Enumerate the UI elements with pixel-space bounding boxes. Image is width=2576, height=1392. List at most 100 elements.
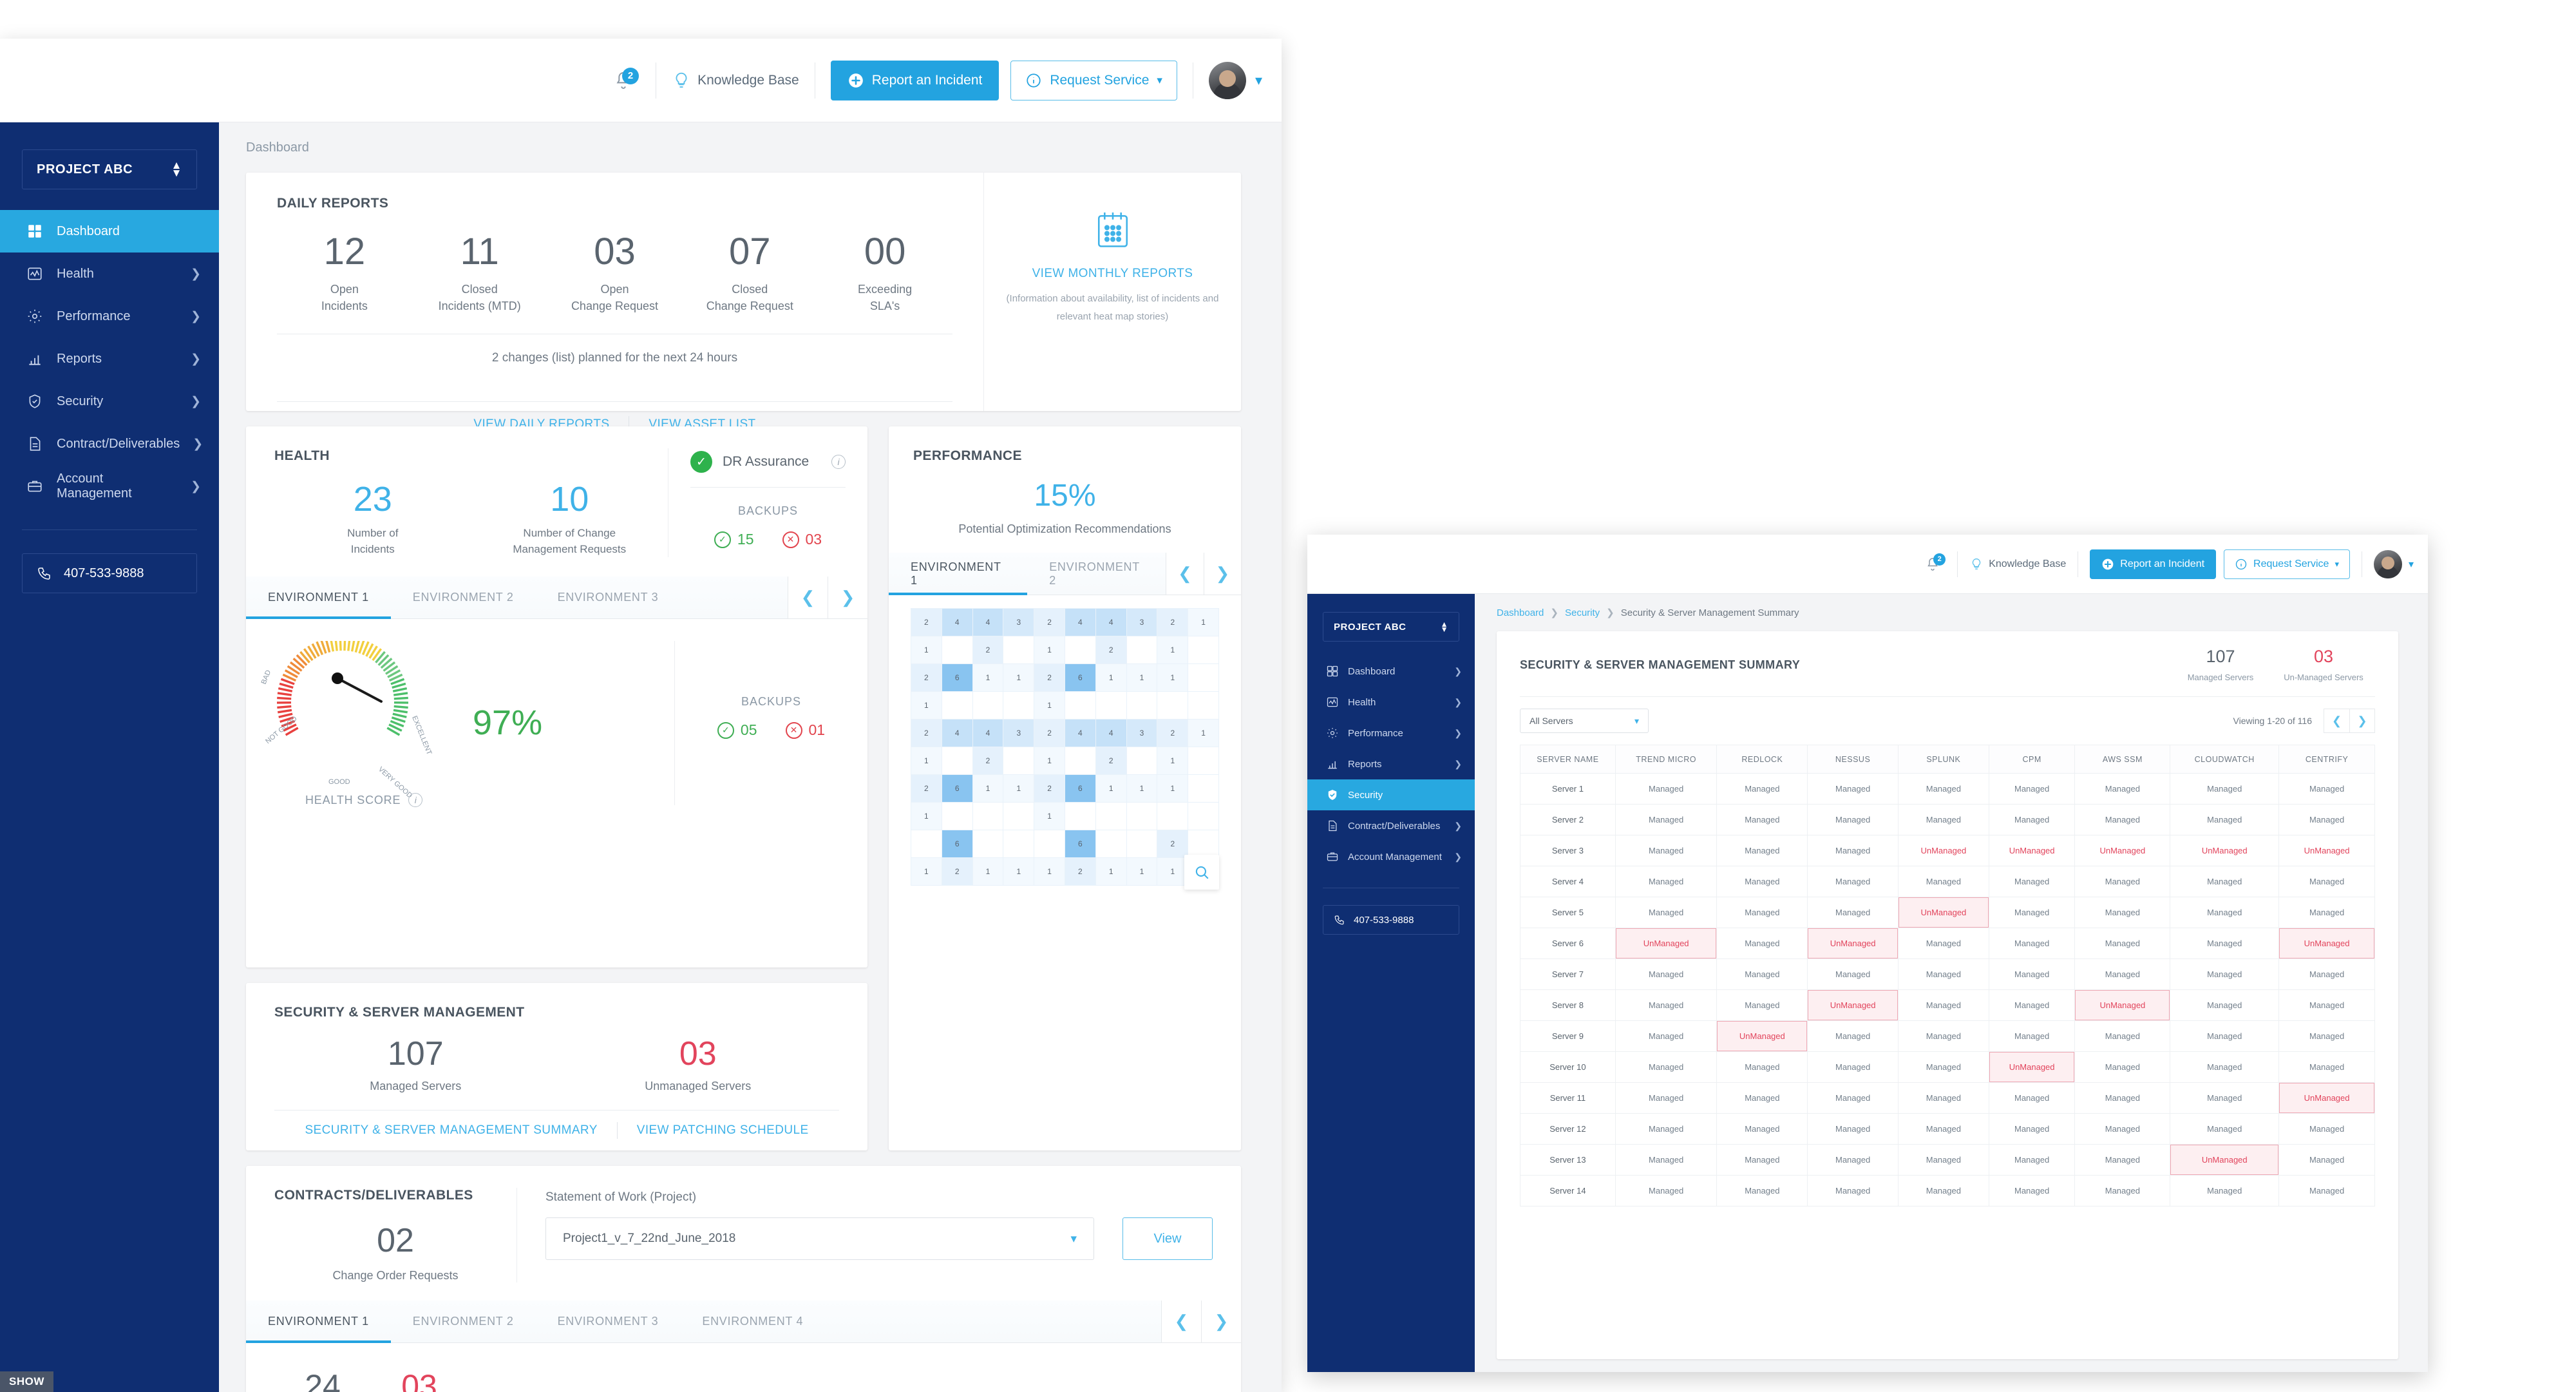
- server-filter-select[interactable]: All Servers ▾: [1520, 709, 1649, 733]
- heatmap-cell[interactable]: 1: [1003, 664, 1035, 692]
- heatmap-cell[interactable]: 2: [1034, 609, 1065, 636]
- heatmap-cell[interactable]: 1: [1034, 692, 1065, 720]
- heatmap-cell[interactable]: 1: [1126, 664, 1158, 692]
- sidebar-item-security[interactable]: Security ❯: [0, 380, 219, 423]
- heatmap-cell[interactable]: 1: [1095, 664, 1127, 692]
- heatmap-cell[interactable]: [942, 636, 973, 664]
- request-service-button[interactable]: Request Service ▾: [1010, 61, 1177, 100]
- view-monthly-reports-link[interactable]: VIEW MONTHLY REPORTS: [1003, 267, 1222, 281]
- support-phone-button[interactable]: 407-533-9888: [22, 553, 197, 593]
- heatmap-cell[interactable]: [972, 692, 1004, 720]
- tab-environment-4[interactable]: ENVIRONMENT 4: [680, 1301, 825, 1342]
- pagination-next-button[interactable]: ❯: [2349, 709, 2375, 733]
- heatmap-cell[interactable]: 1: [1034, 747, 1065, 775]
- heatmap-cell[interactable]: 2: [911, 664, 942, 692]
- chevron-down-icon[interactable]: ▾: [2409, 558, 2414, 571]
- heatmap-cell[interactable]: [1003, 692, 1035, 720]
- heatmap-cell[interactable]: 4: [1065, 720, 1096, 747]
- tabs-next-button[interactable]: ❯: [1203, 553, 1241, 595]
- heatmap-cell[interactable]: [1188, 830, 1219, 858]
- heatmap-cell[interactable]: [1188, 636, 1219, 664]
- heatmap-cell[interactable]: [1065, 692, 1096, 720]
- notifications-button[interactable]: 2: [1920, 551, 1946, 577]
- heatmap-cell[interactable]: 1: [911, 803, 942, 830]
- table-column-header[interactable]: CPM: [1989, 745, 2076, 774]
- sidebar-item-performance[interactable]: Performance ❯: [1307, 718, 1475, 748]
- heatmap-cell[interactable]: 3: [1003, 609, 1035, 636]
- heatmap-cell[interactable]: [1188, 747, 1219, 775]
- heatmap-cell[interactable]: [972, 803, 1004, 830]
- heatmap-cell[interactable]: 2: [1157, 720, 1189, 747]
- sidebar-item-health[interactable]: Health ❯: [1307, 687, 1475, 718]
- sow-select[interactable]: Project1_v_7_22nd_June_2018 ▾: [545, 1217, 1094, 1260]
- sidebar-item-contract-deliverables[interactable]: Contract/Deliverables ❯: [1307, 810, 1475, 841]
- heatmap-cell[interactable]: [1003, 830, 1035, 858]
- heatmap-cell[interactable]: 4: [942, 720, 973, 747]
- heatmap-cell[interactable]: 1: [1188, 720, 1219, 747]
- heatmap-cell[interactable]: [1157, 803, 1189, 830]
- heatmap-cell[interactable]: [1126, 803, 1158, 830]
- heatmap-cell[interactable]: [972, 830, 1004, 858]
- heatmap-cell[interactable]: 1: [1188, 609, 1219, 636]
- sidebar-item-security[interactable]: Security: [1307, 779, 1475, 810]
- sidebar-item-dashboard[interactable]: Dashboard ❯: [1307, 656, 1475, 687]
- heatmap-cell[interactable]: [942, 747, 973, 775]
- heatmap-cell[interactable]: 1: [1034, 636, 1065, 664]
- request-service-button[interactable]: Request Service ▾: [2224, 549, 2350, 579]
- table-column-header[interactable]: AWS SSM: [2075, 745, 2171, 774]
- heatmap-cell[interactable]: 2: [1065, 858, 1096, 886]
- chevron-down-icon[interactable]: ▾: [1255, 72, 1262, 89]
- avatar[interactable]: [2373, 550, 2402, 578]
- heatmap-cell[interactable]: 4: [972, 609, 1004, 636]
- table-row[interactable]: Server 1 Managed Managed Managed Managed Mana…: [1520, 774, 2374, 805]
- heatmap-cell[interactable]: 1: [1034, 858, 1065, 886]
- tab-environment-1[interactable]: ENVIRONMENT 1: [889, 553, 1028, 595]
- tabs-next-button[interactable]: ❯: [1201, 1301, 1241, 1342]
- table-row[interactable]: Server 9 Managed UnManaged Managed Managed Ma…: [1520, 1021, 2374, 1052]
- heatmap-cell[interactable]: 1: [911, 747, 942, 775]
- tab-environment-3[interactable]: ENVIRONMENT 3: [536, 577, 681, 618]
- heatmap-cell[interactable]: [1157, 692, 1189, 720]
- heatmap-cell[interactable]: [1188, 775, 1219, 803]
- heatmap-cell[interactable]: 1: [1095, 858, 1127, 886]
- heatmap-cell[interactable]: [1095, 803, 1127, 830]
- table-row[interactable]: Server 10 Managed Managed Managed Managed UnM…: [1520, 1052, 2374, 1083]
- heatmap-cell[interactable]: 6: [1065, 775, 1096, 803]
- table-column-header[interactable]: SERVER NAME: [1520, 745, 1616, 774]
- heatmap-cell[interactable]: [942, 692, 973, 720]
- table-column-header[interactable]: SPLUNK: [1898, 745, 1989, 774]
- heatmap-cell[interactable]: 1: [1034, 803, 1065, 830]
- heatmap-cell[interactable]: 2: [1034, 664, 1065, 692]
- heatmap-cell[interactable]: [1034, 830, 1065, 858]
- show-panel-toggle[interactable]: SHOW: [0, 1371, 53, 1392]
- heatmap-cell[interactable]: 4: [1095, 609, 1127, 636]
- tab-environment-2[interactable]: ENVIRONMENT 2: [391, 1301, 536, 1342]
- knowledge-base-button[interactable]: Knowledge Base: [672, 71, 799, 90]
- heatmap-cell[interactable]: [1003, 636, 1035, 664]
- heatmap-cell[interactable]: 1: [1095, 775, 1127, 803]
- heatmap-cell[interactable]: [1095, 692, 1127, 720]
- heatmap-cell[interactable]: 1: [1126, 775, 1158, 803]
- ssm-summary-link[interactable]: SECURITY & SERVER MANAGEMENT SUMMARY: [305, 1123, 597, 1138]
- heatmap-cell[interactable]: 1: [1003, 858, 1035, 886]
- table-row[interactable]: Server 3 Managed Managed Managed UnManaged Un…: [1520, 835, 2374, 866]
- view-patching-schedule-link[interactable]: VIEW PATCHING SCHEDULE: [637, 1123, 809, 1138]
- heatmap-cell[interactable]: [1065, 747, 1096, 775]
- table-row[interactable]: Server 5 Managed Managed Managed UnManaged Ma…: [1520, 897, 2374, 928]
- heatmap-cell[interactable]: 2: [1034, 775, 1065, 803]
- heatmap-cell[interactable]: [911, 830, 942, 858]
- tabs-prev-button[interactable]: ❮: [788, 577, 828, 619]
- heatmap-cell[interactable]: 1: [1126, 858, 1158, 886]
- heatmap-cell[interactable]: 1: [1157, 636, 1189, 664]
- heatmap-cell[interactable]: 4: [1065, 609, 1096, 636]
- heatmap-cell[interactable]: 2: [911, 609, 942, 636]
- heatmap-cell[interactable]: 4: [972, 720, 1004, 747]
- heatmap-cell[interactable]: [1126, 636, 1158, 664]
- heatmap-cell[interactable]: [942, 803, 973, 830]
- heatmap-cell[interactable]: [1003, 747, 1035, 775]
- heatmap-cell[interactable]: 1: [972, 858, 1004, 886]
- heatmap-cell[interactable]: [1126, 830, 1158, 858]
- heatmap-cell[interactable]: [1188, 664, 1219, 692]
- table-row[interactable]: Server 11 Managed Managed Managed Managed Man…: [1520, 1083, 2374, 1114]
- heatmap-cell[interactable]: 6: [942, 775, 973, 803]
